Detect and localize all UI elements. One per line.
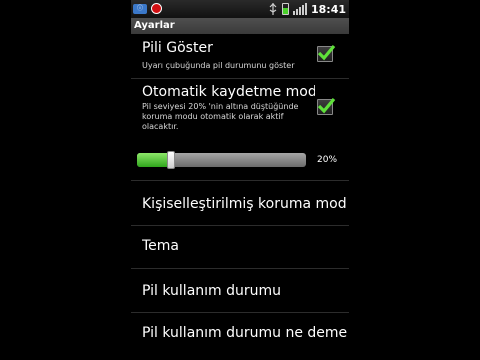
- pref-show-battery-summary: Uyarı çubuğunda pil durumunu göster: [142, 61, 295, 70]
- pref-auto-save-mode-summary: Pil seviyesi 20% 'nin altına düştüğünde …: [142, 102, 299, 131]
- status-time: 18:41: [310, 2, 346, 16]
- signal-icon: [292, 3, 307, 15]
- threshold-slider-thumb[interactable]: [166, 151, 175, 169]
- status-bar-right: 18:41: [268, 1, 346, 17]
- checkmark-icon: [317, 97, 336, 114]
- pref-auto-save-mode[interactable]: Otomatik kaydetme modu Pil seviyesi 20% …: [131, 79, 349, 135]
- pref-show-battery[interactable]: Pili Göster Uyarı çubuğunda pil durumunu…: [131, 34, 349, 79]
- auto-save-mode-checkbox[interactable]: [317, 97, 336, 115]
- pref-battery-usage[interactable]: Pil kullanım durumu: [131, 269, 349, 313]
- threshold-slider-fill: [137, 153, 171, 167]
- checkmark-icon: [317, 44, 336, 61]
- status-bar: ⓘ 18:41: [131, 0, 349, 18]
- pref-theme[interactable]: Tema: [131, 226, 349, 269]
- battery-icon: [281, 3, 289, 15]
- usb-icon: [269, 3, 277, 15]
- pref-show-battery-title: Pili Göster: [142, 40, 213, 56]
- pref-custom-protection-mode[interactable]: Kişiselleştirilmiş koruma modu: [131, 181, 349, 226]
- threshold-slider[interactable]: [137, 151, 306, 169]
- pref-theme-title: Tema: [142, 238, 180, 254]
- show-battery-checkbox[interactable]: [317, 44, 336, 62]
- app-title: Ayarlar: [134, 20, 175, 31]
- record-icon: [151, 3, 162, 14]
- pref-custom-protection-mode-title: Kişiselleştirilmiş koruma modu: [142, 196, 347, 212]
- pref-auto-save-mode-title: Otomatik kaydetme modu: [142, 84, 315, 100]
- pref-battery-usage-meaning-title: Pil kullanım durumu ne demek: [142, 325, 347, 341]
- app-title-bar: Ayarlar: [131, 18, 349, 34]
- phone-screen: ⓘ 18:41 Ayarlar Pili Göster Uyarı çubuğu…: [131, 0, 349, 360]
- pref-battery-usage-meaning[interactable]: Pil kullanım durumu ne demek: [131, 313, 349, 360]
- threshold-slider-value: 20%: [317, 155, 338, 165]
- notification-icon: ⓘ: [133, 4, 147, 14]
- pref-battery-usage-title: Pil kullanım durumu: [142, 283, 282, 299]
